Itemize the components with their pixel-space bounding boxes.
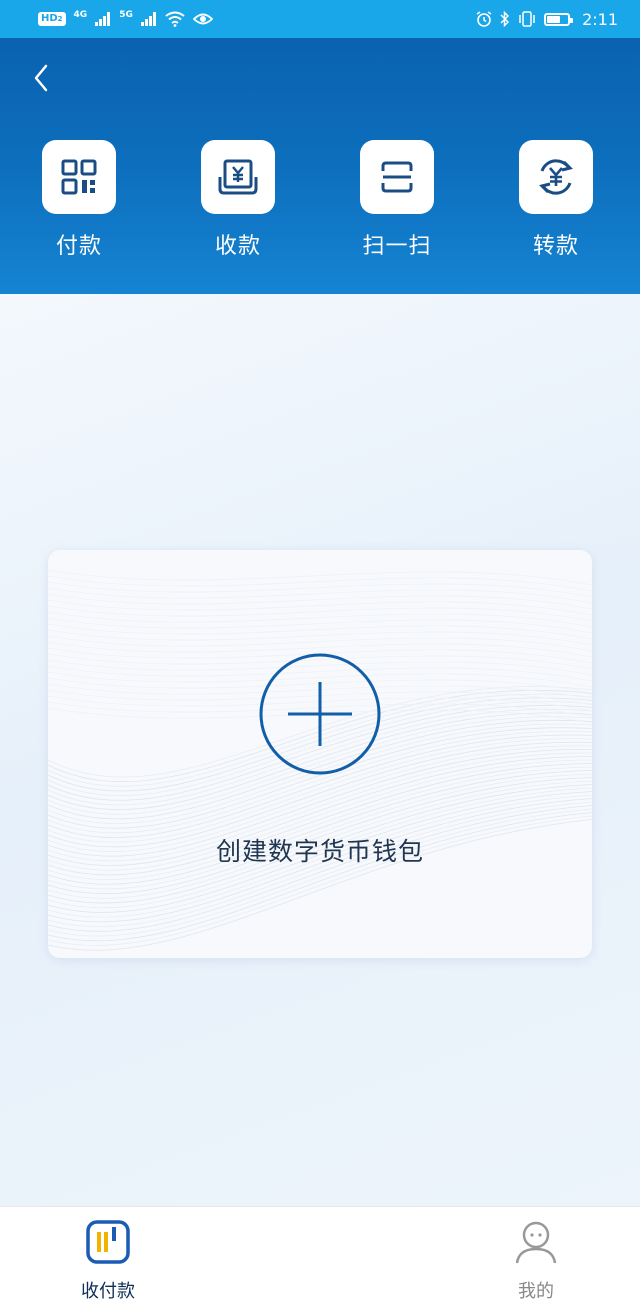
tab-payment-label: 收付款	[81, 1281, 135, 1302]
status-right: 2:11	[476, 10, 618, 29]
receive-tile[interactable]	[201, 140, 275, 214]
plus-circle-icon	[259, 653, 381, 775]
payment-wallet-icon	[86, 1220, 130, 1264]
tab-profile[interactable]: 我的	[476, 1207, 596, 1306]
create-wallet-label: 创建数字货币钱包	[215, 837, 424, 866]
scan-label: 扫一扫	[362, 234, 432, 259]
back-button[interactable]	[24, 58, 58, 98]
user-profile-icon	[515, 1221, 557, 1264]
scan-action[interactable]: 扫一扫	[347, 140, 447, 260]
quick-actions: 付款 收款 扫一扫 转款	[0, 140, 640, 270]
tab-payment[interactable]: 收付款	[48, 1207, 168, 1306]
main-content: 创建数字货币钱包	[0, 294, 640, 1206]
create-wallet-card[interactable]: 创建数字货币钱包	[48, 550, 592, 958]
tab-profile-label: 我的	[518, 1281, 554, 1302]
header: 付款 收款 扫一扫 转款	[0, 38, 640, 294]
vibrate-icon	[519, 11, 535, 27]
transfer-action[interactable]: 转款	[506, 140, 606, 260]
status-left: HD2 4G 5G	[38, 10, 213, 27]
transfer-tile[interactable]	[519, 140, 593, 214]
transfer-label: 转款	[532, 234, 579, 259]
network-4g-label: 4G	[73, 10, 88, 20]
receive-label: 收款	[214, 234, 261, 259]
bluetooth-icon	[500, 11, 510, 27]
signal-icon	[95, 12, 111, 26]
pay-tile[interactable]	[42, 140, 116, 214]
pay-label: 付款	[55, 234, 102, 259]
chevron-left-icon	[34, 64, 48, 92]
scan-tile[interactable]	[360, 140, 434, 214]
receive-yuan-icon	[218, 159, 258, 195]
wifi-icon	[165, 11, 185, 27]
receive-action[interactable]: 收款	[188, 140, 288, 260]
scan-icon	[381, 161, 413, 193]
qr-code-icon	[61, 159, 97, 195]
network-5g-label: 5G	[119, 10, 133, 20]
signal-icon-2	[140, 12, 156, 26]
transfer-yuan-icon	[539, 159, 573, 195]
alarm-icon	[476, 11, 492, 27]
bottom-tab-bar: 收付款 我的	[0, 1206, 640, 1306]
hd-badge: HD2	[38, 12, 66, 26]
status-bar: HD2 4G 5G 2:11	[0, 0, 640, 38]
pay-action[interactable]: 付款	[29, 140, 129, 260]
battery-icon	[544, 12, 574, 26]
eye-icon	[192, 13, 213, 25]
status-time: 2:11	[582, 9, 618, 29]
